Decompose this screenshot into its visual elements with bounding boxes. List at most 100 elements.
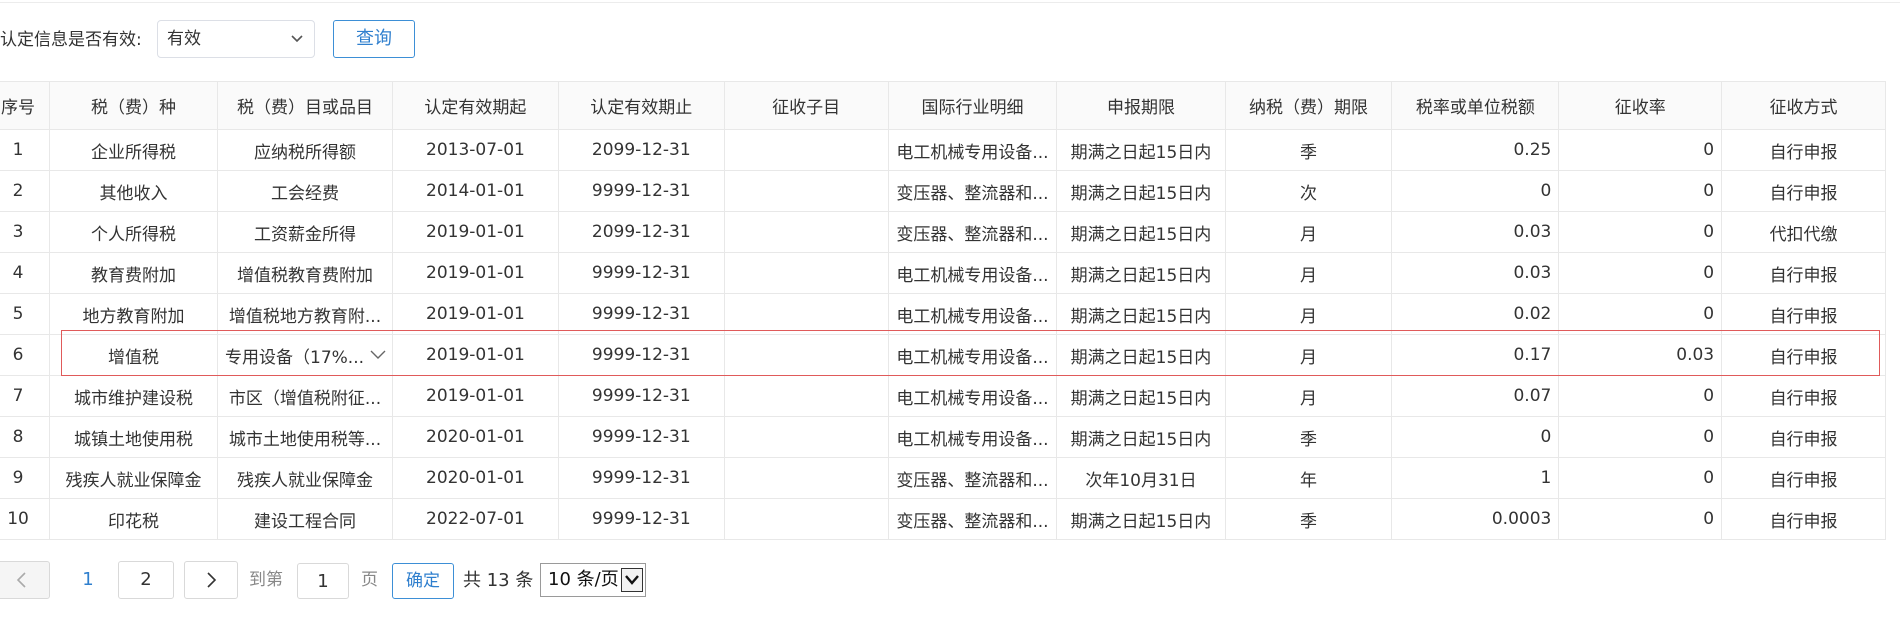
- cell-index: 4: [0, 252, 51, 294]
- cell-tax-type: 城市维护建设税: [49, 375, 218, 417]
- cell-tax-item: 应纳税所得额: [217, 129, 393, 171]
- cell-levy-rate: 0.03: [1558, 334, 1723, 376]
- cell-tax-rate: 0.25: [1391, 129, 1560, 171]
- cell-sub-item: [723, 170, 889, 212]
- cell-filing-deadline: 次年10月31日: [1056, 457, 1226, 499]
- page-size-value: 10 条/页: [548, 569, 619, 590]
- cell-valid-from: 2014-01-01: [392, 170, 559, 212]
- page-1-button[interactable]: 1: [68, 561, 108, 599]
- confirm-goto-button[interactable]: 确定: [392, 563, 454, 599]
- valid-filter-select[interactable]: 有效: [157, 20, 315, 58]
- cell-tax-type: 企业所得税: [49, 129, 218, 171]
- cell-industry: 电工机械专用设备...: [887, 416, 1058, 458]
- column-header: 认定有效期止: [557, 81, 725, 130]
- cell-valid-from: 2022-07-01: [392, 498, 559, 540]
- cell-index: 6: [0, 334, 51, 376]
- cell-sub-item: [723, 457, 889, 499]
- column-header: 征收方式: [1721, 81, 1886, 130]
- cell-tax-item: 城市土地使用税等...: [217, 416, 393, 458]
- cell-filing-deadline: 期满之日起15日内: [1056, 375, 1226, 417]
- column-header: 税（费）种: [49, 81, 218, 130]
- cell-sub-item: [723, 498, 889, 540]
- next-page-button[interactable]: [184, 561, 238, 599]
- cell-sub-item: [723, 129, 889, 171]
- chevron-down-icon: [291, 35, 303, 43]
- cell-tax-type: 城镇土地使用税: [49, 416, 218, 458]
- cell-levy-rate: 0: [1558, 375, 1723, 417]
- cell-levy-rate: 0: [1558, 293, 1723, 335]
- cell-valid-from: 2019-01-01: [392, 375, 559, 417]
- cell-sub-item: [723, 293, 889, 335]
- cell-tax-rate: 0.17: [1391, 334, 1560, 376]
- cell-sub-item: [723, 375, 889, 417]
- cell-tax-type: 教育费附加: [49, 252, 218, 294]
- cell-tax-type: 残疾人就业保障金: [49, 457, 218, 499]
- cell-tax-rate: 0.03: [1391, 211, 1560, 253]
- cell-filing-deadline: 期满之日起15日内: [1056, 416, 1226, 458]
- cell-filing-deadline: 期满之日起15日内: [1056, 129, 1226, 171]
- column-header: 序号: [0, 81, 51, 130]
- cell-levy-method: 自行申报: [1721, 375, 1886, 417]
- page-size-dropdown-button[interactable]: [621, 568, 643, 592]
- prev-page-button[interactable]: [0, 561, 50, 599]
- cell-sub-item: [723, 334, 889, 376]
- cell-levy-method: 代扣代缴: [1721, 211, 1886, 253]
- cell-tax-rate: 0.07: [1391, 375, 1560, 417]
- cell-industry: 电工机械专用设备...: [887, 252, 1058, 294]
- page-2-button[interactable]: 2: [118, 561, 174, 599]
- valid-filter-label: 认定信息是否有效:: [0, 30, 142, 50]
- cell-index: 5: [0, 293, 51, 335]
- total-count: 共 13 条: [463, 570, 534, 591]
- cell-index: 10: [0, 498, 51, 540]
- page-size-select[interactable]: 10 条/页: [540, 563, 646, 597]
- cell-valid-to: 9999-12-31: [557, 457, 725, 499]
- cell-levy-rate: 0: [1558, 211, 1723, 253]
- column-header: 认定有效期起: [392, 81, 559, 130]
- cell-industry: 变压器、整流器和...: [887, 457, 1058, 499]
- cell-tax-period: 月: [1224, 252, 1393, 294]
- table-row: 2 其他收入 工会经费 2014-01-01 9999-12-31 变压器、整流…: [0, 170, 1886, 212]
- cell-industry: 变压器、整流器和...: [887, 211, 1058, 253]
- query-button[interactable]: 查询: [333, 20, 415, 58]
- cell-valid-to: 9999-12-31: [557, 375, 725, 417]
- cell-filing-deadline: 期满之日起15日内: [1056, 170, 1226, 212]
- cell-tax-rate: 0.0003: [1391, 498, 1560, 540]
- table-row: 3 个人所得税 工资薪金所得 2019-01-01 2099-12-31 变压器…: [0, 211, 1886, 253]
- cell-index: 1: [0, 129, 51, 171]
- cell-valid-from: 2019-01-01: [392, 211, 559, 253]
- cell-valid-to: 9999-12-31: [557, 416, 725, 458]
- cell-filing-deadline: 期满之日起15日内: [1056, 211, 1226, 253]
- column-header: 税（费）目或品目: [217, 81, 393, 130]
- cell-tax-period: 季: [1224, 498, 1393, 540]
- chevron-down-icon: [625, 575, 639, 585]
- cell-tax-type: 个人所得税: [49, 211, 218, 253]
- chevron-left-icon: [16, 572, 26, 588]
- table-row: 8 城镇土地使用税 城市土地使用税等... 2020-01-01 9999-12…: [0, 416, 1886, 458]
- cell-tax-type: 其他收入: [49, 170, 218, 212]
- cell-tax-rate: 0.03: [1391, 252, 1560, 294]
- cell-valid-from: 2019-01-01: [392, 334, 559, 376]
- chevron-down-icon: [370, 350, 386, 359]
- goto-page-input[interactable]: [297, 563, 349, 599]
- table-row-highlighted: 6 增值税 专用设备（17%... 2019-01-01 9999-12-31 …: [0, 334, 1886, 376]
- tax-item-dropdown[interactable]: 专用设备（17%...: [217, 334, 393, 376]
- cell-levy-method: 自行申报: [1721, 416, 1886, 458]
- cell-levy-rate: 0: [1558, 129, 1723, 171]
- cell-tax-type: 增值税: [49, 334, 218, 376]
- cell-industry: 变压器、整流器和...: [887, 170, 1058, 212]
- column-header: 纳税（费）期限: [1224, 81, 1393, 130]
- cell-levy-method: 自行申报: [1721, 334, 1886, 376]
- cell-tax-period: 月: [1224, 334, 1393, 376]
- cell-index: 7: [0, 375, 51, 417]
- cell-tax-period: 年: [1224, 457, 1393, 499]
- cell-tax-item: 建设工程合同: [217, 498, 393, 540]
- page-suffix-label: 页: [361, 570, 378, 590]
- cell-index: 3: [0, 211, 51, 253]
- cell-valid-from: 2020-01-01: [392, 416, 559, 458]
- table-row: 4 教育费附加 增值税教育费附加 2019-01-01 9999-12-31 电…: [0, 252, 1886, 294]
- cell-sub-item: [723, 416, 889, 458]
- cell-tax-period: 月: [1224, 211, 1393, 253]
- cell-valid-to: 9999-12-31: [557, 170, 725, 212]
- cell-levy-rate: 0: [1558, 170, 1723, 212]
- cell-tax-item: 增值税教育费附加: [217, 252, 393, 294]
